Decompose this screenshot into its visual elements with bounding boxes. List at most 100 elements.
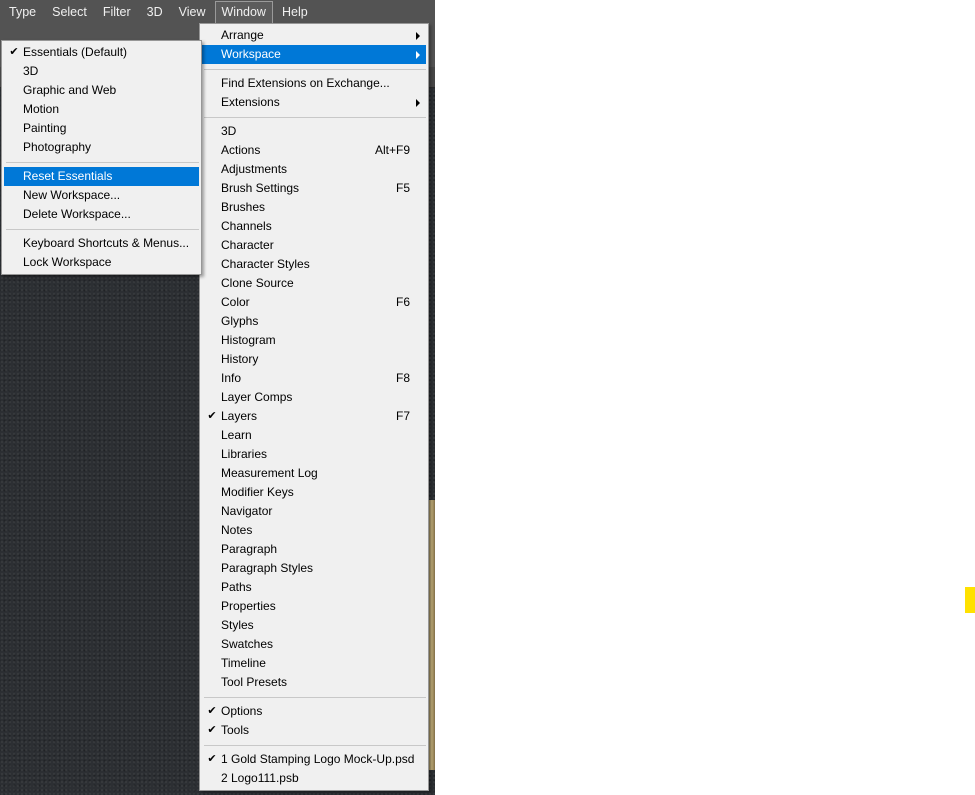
window-menu-item-brush-settings[interactable]: Brush Settings F5: [202, 179, 426, 198]
menu-item-label: Notes: [221, 523, 253, 537]
menubar-view[interactable]: View: [172, 1, 213, 24]
window-menu-item-brushes[interactable]: Brushes: [202, 198, 426, 217]
menu-item-label: Find Extensions on Exchange...: [221, 76, 390, 90]
menu-item-label: Brush Settings: [221, 181, 300, 195]
chevron-right-icon: [416, 32, 420, 40]
window-menu-item-color[interactable]: Color F6: [202, 293, 426, 312]
workspace-item-motion[interactable]: Motion: [4, 100, 199, 119]
window-menu-item-history[interactable]: History: [202, 350, 426, 369]
window-menu-item-swatches[interactable]: Swatches: [202, 635, 426, 654]
window-menu-item-2-logo111-psb[interactable]: 2 Logo111.psb: [202, 769, 426, 788]
menu-bar: Type Select Filter 3D View Window Help: [0, 0, 435, 25]
workspace-item-lock-workspace[interactable]: Lock Workspace: [4, 253, 199, 272]
menu-item-label: Layer Comps: [221, 390, 293, 404]
menu-item-label: Navigator: [221, 504, 273, 518]
menu-item-label: Lock Workspace: [23, 255, 112, 269]
window-menu-item-character[interactable]: Character: [202, 236, 426, 255]
window-menu-item-adjustments[interactable]: Adjustments: [202, 160, 426, 179]
menu-item-label: Color: [221, 295, 250, 309]
workspace-submenu: ✔ Essentials (Default) 3D Graphic and Web Mo…: [1, 40, 202, 275]
menu-item-label: Histogram: [221, 333, 276, 347]
menu-item-label: Layers: [221, 409, 258, 423]
menu-item-label: Timeline: [221, 656, 266, 670]
window-menu-item-tool-presets[interactable]: Tool Presets: [202, 673, 426, 692]
chevron-right-icon: [416, 51, 420, 59]
menu-item-label: Paragraph Styles: [221, 561, 314, 575]
menubar-window[interactable]: Window: [214, 1, 273, 24]
window-menu-item-character-styles[interactable]: Character Styles: [202, 255, 426, 274]
workspace-item-photography[interactable]: Photography: [4, 138, 199, 157]
menubar-filter[interactable]: Filter: [96, 1, 138, 24]
window-menu-item-paragraph-styles[interactable]: Paragraph Styles: [202, 559, 426, 578]
window-menu-item-glyphs[interactable]: Glyphs: [202, 312, 426, 331]
window-menu-item-extensions[interactable]: Extensions: [202, 93, 426, 112]
window-menu-item-arrange[interactable]: Arrange: [202, 26, 426, 45]
check-icon: ✔: [9, 46, 19, 58]
workspace-item-reset-essentials[interactable]: Reset Essentials: [4, 167, 199, 186]
menu-item-label: Graphic and Web: [23, 83, 117, 97]
check-icon: ✔: [207, 724, 217, 736]
menu-item-label: Learn: [221, 428, 252, 442]
menu-item-label: Channels: [221, 219, 272, 233]
menu-item-label: History: [221, 352, 259, 366]
menu-item-label: Extensions: [221, 95, 280, 109]
menu-item-label: Glyphs: [221, 314, 259, 328]
shortcut-label: F5: [395, 181, 410, 195]
window-menu-item-layers[interactable]: ✔ Layers F7: [202, 407, 426, 426]
menu-separator: [204, 745, 426, 746]
menu-item-label: 1 Gold Stamping Logo Mock-Up.psd: [221, 752, 415, 766]
window-menu-item-clone-source[interactable]: Clone Source: [202, 274, 426, 293]
window-menu-item-find-extensions-on-exchange[interactable]: Find Extensions on Exchange...: [202, 74, 426, 93]
workspace-item-essentials-default[interactable]: ✔ Essentials (Default): [4, 43, 199, 62]
yellow-marker: [965, 587, 975, 613]
window-menu-item-3d[interactable]: 3D: [202, 122, 426, 141]
window-menu-item-workspace[interactable]: Workspace: [202, 45, 426, 64]
workspace-item-graphic-and-web[interactable]: Graphic and Web: [4, 81, 199, 100]
workspace-item-new-workspace[interactable]: New Workspace...: [4, 186, 199, 205]
window-menu-item-styles[interactable]: Styles: [202, 616, 426, 635]
menu-item-label: Libraries: [221, 447, 268, 461]
menu-item-label: Keyboard Shortcuts & Menus...: [23, 236, 190, 250]
window-menu-item-paths[interactable]: Paths: [202, 578, 426, 597]
menu-separator: [204, 69, 426, 70]
workspace-item-keyboard-shortcuts-menus[interactable]: Keyboard Shortcuts & Menus...: [4, 234, 199, 253]
menu-item-label: 3D: [23, 64, 39, 78]
window-menu-item-options[interactable]: ✔ Options: [202, 702, 426, 721]
menu-item-label: Brushes: [221, 200, 266, 214]
check-icon: ✔: [207, 705, 217, 717]
shortcut-label: F8: [395, 371, 410, 385]
menubar-type[interactable]: Type: [2, 1, 43, 24]
menu-item-label: Swatches: [221, 637, 274, 651]
window-menu-item-paragraph[interactable]: Paragraph: [202, 540, 426, 559]
window-menu-item-actions[interactable]: Actions Alt+F9: [202, 141, 426, 160]
menu-item-label: Character Styles: [221, 257, 310, 271]
window-menu-item-modifier-keys[interactable]: Modifier Keys: [202, 483, 426, 502]
window-menu-item-libraries[interactable]: Libraries: [202, 445, 426, 464]
workspace-item-painting[interactable]: Painting: [4, 119, 199, 138]
window-menu-item-layer-comps[interactable]: Layer Comps: [202, 388, 426, 407]
window-menu-item-properties[interactable]: Properties: [202, 597, 426, 616]
menubar-3d[interactable]: 3D: [140, 1, 170, 24]
window-menu-item-timeline[interactable]: Timeline: [202, 654, 426, 673]
menu-separator: [204, 117, 426, 118]
window-menu-item-1-gold-stamping-logo-mock-up-psd[interactable]: ✔ 1 Gold Stamping Logo Mock-Up.psd: [202, 750, 426, 769]
menu-item-label: Tools: [221, 723, 250, 737]
window-menu-item-channels[interactable]: Channels: [202, 217, 426, 236]
window-menu-item-learn[interactable]: Learn: [202, 426, 426, 445]
workspace-item-delete-workspace[interactable]: Delete Workspace...: [4, 205, 199, 224]
window-menu-item-info[interactable]: Info F8: [202, 369, 426, 388]
window-menu-item-navigator[interactable]: Navigator: [202, 502, 426, 521]
menu-item-label: Motion: [23, 102, 60, 116]
workspace-item-3d[interactable]: 3D: [4, 62, 199, 81]
window-menu-item-notes[interactable]: Notes: [202, 521, 426, 540]
menubar-help[interactable]: Help: [275, 1, 315, 24]
menu-item-label: Styles: [221, 618, 254, 632]
menu-separator: [6, 229, 199, 230]
menubar-select[interactable]: Select: [45, 1, 94, 24]
window-menu-item-measurement-log[interactable]: Measurement Log: [202, 464, 426, 483]
menu-item-label: Painting: [23, 121, 67, 135]
menu-item-label: Adjustments: [221, 162, 288, 176]
window-menu-item-tools[interactable]: ✔ Tools: [202, 721, 426, 740]
window-menu-item-histogram[interactable]: Histogram: [202, 331, 426, 350]
menu-item-label: Arrange: [221, 28, 264, 42]
